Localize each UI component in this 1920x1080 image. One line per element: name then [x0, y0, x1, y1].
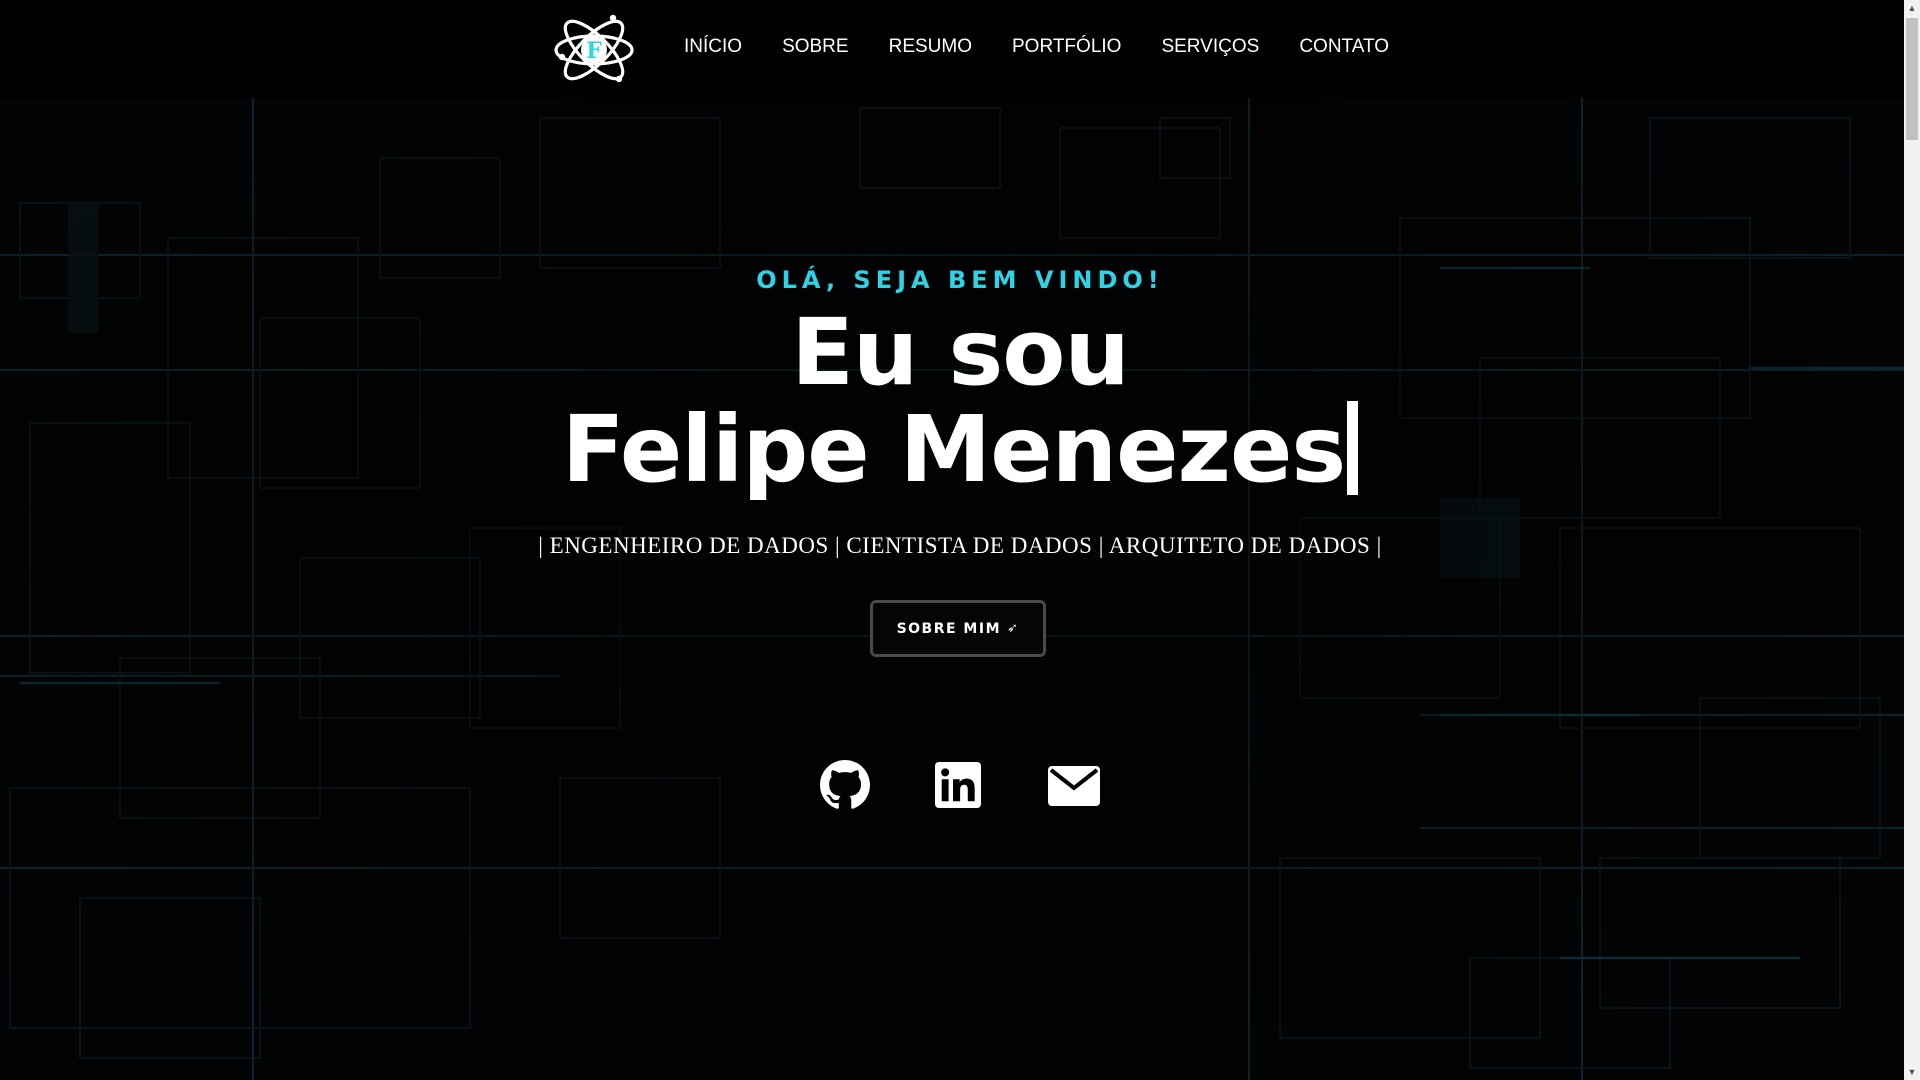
- scroll-up-arrow-icon[interactable]: ▲: [1904, 0, 1920, 16]
- headline-line-1: Eu sou: [791, 299, 1130, 406]
- social-links: [0, 760, 1920, 814]
- logo-letter: F: [586, 38, 602, 64]
- hero-greeting: OLÁ, SEJA BEM VINDO!: [756, 266, 1164, 294]
- scroll-down-arrow-icon[interactable]: ▼: [1904, 1064, 1920, 1080]
- nav-item-portfolio[interactable]: PORTFÓLIO: [1012, 36, 1121, 58]
- hero-roles: | ENGENHEIRO DE DADOS | CIENTISTA DE DAD…: [538, 533, 1382, 558]
- logo-atom-icon[interactable]: F: [553, 9, 635, 91]
- headline-line-2: Felipe Menezes: [0, 401, 1920, 498]
- nav-item-resumo[interactable]: RESUMO: [889, 36, 972, 58]
- typing-cursor: [1347, 401, 1359, 495]
- email-icon[interactable]: [1048, 766, 1100, 806]
- github-icon[interactable]: [820, 760, 870, 810]
- arrow-icon: ➶: [1007, 621, 1020, 636]
- navbar: F INÍCIO SOBRE RESUMO PORTFÓLIO SERVIÇOS…: [0, 0, 1904, 98]
- page: F INÍCIO SOBRE RESUMO PORTFÓLIO SERVIÇOS…: [0, 0, 1920, 1080]
- nav-item-sobre[interactable]: SOBRE: [782, 36, 849, 58]
- about-me-button[interactable]: SOBRE MIM ➶: [870, 600, 1046, 657]
- nav-menu: INÍCIO SOBRE RESUMO PORTFÓLIO SERVIÇOS C…: [684, 36, 1389, 58]
- headline-name: Felipe Menezes: [561, 396, 1346, 503]
- about-me-button-label: SOBRE MIM: [896, 620, 1002, 637]
- scrollbar-thumb[interactable]: [1906, 18, 1918, 140]
- linkedin-icon[interactable]: [935, 762, 981, 808]
- scrollbar[interactable]: ▲ ▼: [1904, 0, 1920, 1080]
- nav-item-inicio[interactable]: INÍCIO: [684, 36, 742, 58]
- nav-item-servicos[interactable]: SERVIÇOS: [1161, 36, 1259, 58]
- hero-headline: Eu sou Felipe Menezes: [0, 305, 1920, 498]
- hero-section: OLÁ, SEJA BEM VINDO! Eu sou Felipe Menez…: [0, 0, 1904, 1080]
- nav-item-contato[interactable]: CONTATO: [1299, 36, 1389, 58]
